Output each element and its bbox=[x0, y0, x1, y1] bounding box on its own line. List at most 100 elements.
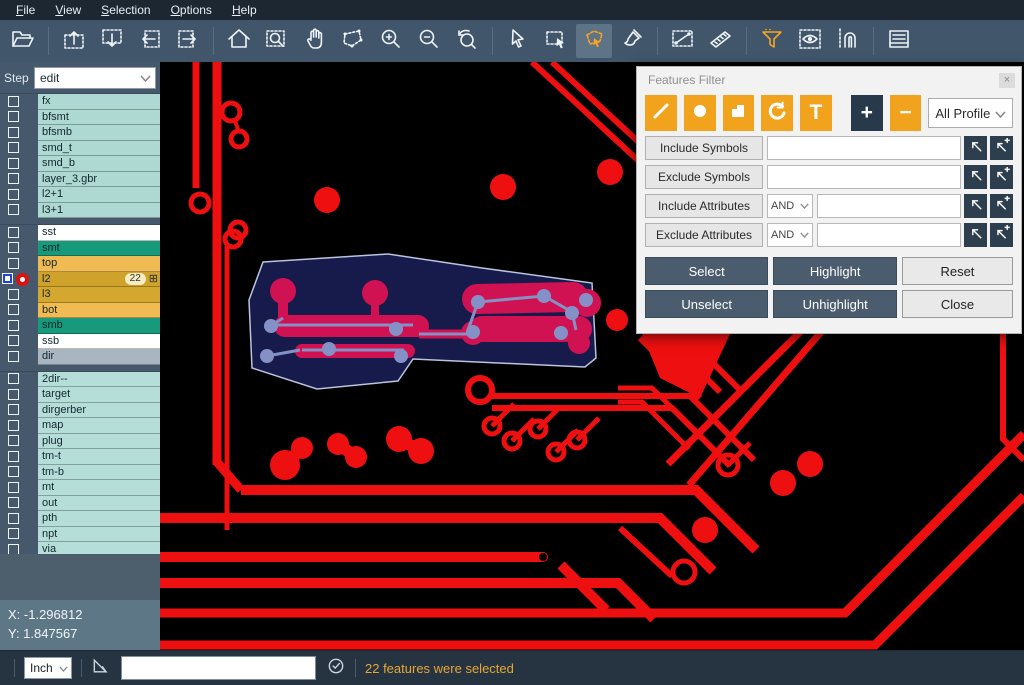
layer-color-bar[interactable]: 2dir-- bbox=[38, 372, 160, 388]
pick-attribute-button[interactable] bbox=[964, 194, 987, 218]
sync-check-icon[interactable] bbox=[326, 656, 346, 681]
layer-row-l2[interactable]: l222⊞ bbox=[0, 272, 160, 288]
layer-visibility-checkbox[interactable] bbox=[8, 482, 19, 493]
layer-visibility-checkbox[interactable] bbox=[8, 258, 19, 269]
shift-up-button[interactable] bbox=[56, 24, 92, 58]
line-feature-button[interactable] bbox=[645, 95, 677, 131]
angle-measure-icon[interactable] bbox=[91, 656, 111, 681]
layer-visibility-checkbox[interactable] bbox=[8, 351, 19, 362]
layer-row-dirgerber[interactable]: dirgerber bbox=[0, 403, 160, 419]
snap-button[interactable] bbox=[830, 24, 866, 58]
layer-row-tm-t[interactable]: tm-t bbox=[0, 449, 160, 465]
dialog-close-button[interactable]: × bbox=[999, 73, 1015, 88]
menu-view[interactable]: View bbox=[45, 1, 91, 19]
exclude-symbols-button[interactable]: Exclude Symbols bbox=[645, 165, 763, 189]
layer-color-bar[interactable]: npt bbox=[38, 527, 160, 543]
layer-color-bar[interactable]: bot bbox=[38, 303, 160, 319]
layer-visibility-checkbox[interactable] bbox=[8, 497, 19, 508]
unit-select[interactable]: Inch bbox=[24, 657, 72, 679]
layer-color-bar[interactable]: top bbox=[38, 256, 160, 272]
layer-visibility-checkbox[interactable] bbox=[8, 335, 19, 346]
text-feature-button[interactable]: T bbox=[800, 95, 832, 131]
layer-row-bfsmb[interactable]: bfsmb bbox=[0, 125, 160, 141]
menu-options[interactable]: Options bbox=[161, 1, 222, 19]
layer-color-bar[interactable]: map bbox=[38, 418, 160, 434]
layer-row-layer_3.gbr[interactable]: layer_3.gbr bbox=[0, 172, 160, 188]
layer-color-bar[interactable]: l2+1 bbox=[38, 187, 160, 203]
include-attributes-button[interactable]: Include Attributes bbox=[645, 194, 763, 218]
layer-color-bar[interactable]: ssb bbox=[38, 334, 160, 350]
command-input[interactable] bbox=[121, 656, 316, 680]
layer-row-map[interactable]: map bbox=[0, 418, 160, 434]
layer-color-bar[interactable]: smt bbox=[38, 241, 160, 257]
select-pointer-button[interactable] bbox=[500, 24, 536, 58]
layer-row-plug[interactable]: plug bbox=[0, 434, 160, 450]
add-filter-button[interactable]: + bbox=[851, 95, 883, 131]
layer-color-bar[interactable]: smd_b bbox=[38, 156, 160, 172]
layer-row-l3+1[interactable]: l3+1 bbox=[0, 203, 160, 219]
layer-row-smt[interactable]: smt bbox=[0, 241, 160, 257]
pick-symbol-button[interactable] bbox=[964, 165, 987, 189]
layer-row-tm-b[interactable]: tm-b bbox=[0, 465, 160, 481]
reset-button[interactable]: Reset bbox=[902, 257, 1013, 285]
include-symbols-button[interactable]: Include Symbols bbox=[645, 136, 763, 160]
layer-color-bar[interactable]: target bbox=[38, 387, 160, 403]
grid-icon[interactable]: ⊞ bbox=[149, 273, 158, 285]
dialog-title-bar[interactable]: Features Filter × bbox=[637, 67, 1021, 93]
layer-color-bar[interactable]: pth bbox=[38, 511, 160, 527]
measure-distance-button[interactable] bbox=[665, 24, 701, 58]
layer-row-pth[interactable]: pth bbox=[0, 511, 160, 527]
layer-visibility-checkbox[interactable] bbox=[8, 528, 19, 539]
zoom-previous-button[interactable] bbox=[449, 24, 485, 58]
select-polygon-button[interactable] bbox=[576, 24, 612, 58]
menu-selection[interactable]: Selection bbox=[91, 1, 160, 19]
menu-help[interactable]: Help bbox=[222, 1, 267, 19]
shift-left-button[interactable] bbox=[132, 24, 168, 58]
layer-visibility-checkbox[interactable] bbox=[8, 544, 19, 555]
layer-row-mt[interactable]: mt bbox=[0, 480, 160, 496]
ruler-button[interactable] bbox=[703, 24, 739, 58]
profile-select[interactable]: All Profile bbox=[928, 98, 1013, 128]
layer-visibility-checkbox[interactable] bbox=[8, 435, 19, 446]
pick-add-attribute-button[interactable] bbox=[990, 223, 1013, 247]
layer-color-bar[interactable]: tm-t bbox=[38, 449, 160, 465]
layer-color-bar[interactable]: dirgerber bbox=[38, 403, 160, 419]
layer-color-bar[interactable]: bfsmt bbox=[38, 110, 160, 126]
layer-visibility-checkbox[interactable] bbox=[8, 373, 19, 384]
layer-visibility-checkbox[interactable] bbox=[8, 111, 19, 122]
layer-row-ssb[interactable]: ssb bbox=[0, 334, 160, 350]
layer-row-smd_t[interactable]: smd_t bbox=[0, 141, 160, 157]
pick-attribute-button[interactable] bbox=[964, 223, 987, 247]
include-attributes-input[interactable] bbox=[817, 194, 961, 218]
layer-color-bar[interactable]: dir bbox=[38, 349, 160, 365]
layer-visibility-checkbox[interactable] bbox=[8, 127, 19, 138]
layer-color-bar[interactable]: layer_3.gbr bbox=[38, 172, 160, 188]
zoom-in-button[interactable] bbox=[373, 24, 409, 58]
layer-visibility-checkbox[interactable] bbox=[2, 273, 13, 284]
layer-row-out[interactable]: out bbox=[0, 496, 160, 512]
home-view-button[interactable] bbox=[221, 24, 257, 58]
layer-visibility-checkbox[interactable] bbox=[8, 173, 19, 184]
layer-visibility-checkbox[interactable] bbox=[8, 96, 19, 107]
layer-visibility-checkbox[interactable] bbox=[8, 158, 19, 169]
layer-color-bar[interactable]: out bbox=[38, 496, 160, 512]
pick-add-symbol-button[interactable] bbox=[990, 165, 1013, 189]
layer-visibility-checkbox[interactable] bbox=[8, 389, 19, 400]
exclude-attributes-button[interactable]: Exclude Attributes bbox=[645, 223, 763, 247]
include-attributes-logic-select[interactable]: AND bbox=[767, 194, 813, 218]
step-select[interactable]: edit bbox=[34, 67, 156, 89]
layer-row-sst[interactable]: sst bbox=[0, 225, 160, 241]
shift-down-button[interactable] bbox=[94, 24, 130, 58]
layer-visibility-checkbox[interactable] bbox=[8, 513, 19, 524]
include-symbols-input[interactable] bbox=[767, 136, 961, 160]
open-folder-button[interactable] bbox=[5, 24, 41, 58]
layer-color-bar[interactable]: l3 bbox=[38, 287, 160, 303]
layer-visibility-checkbox[interactable] bbox=[8, 420, 19, 431]
layer-color-bar[interactable]: plug bbox=[38, 434, 160, 450]
unselect-button[interactable]: Unselect bbox=[645, 290, 768, 318]
select-rectangle-button[interactable] bbox=[538, 24, 574, 58]
layer-color-bar[interactable]: bfsmb bbox=[38, 125, 160, 141]
pick-add-symbol-button[interactable] bbox=[990, 136, 1013, 160]
layer-row-npt[interactable]: npt bbox=[0, 527, 160, 543]
layer-visibility-checkbox[interactable] bbox=[8, 320, 19, 331]
